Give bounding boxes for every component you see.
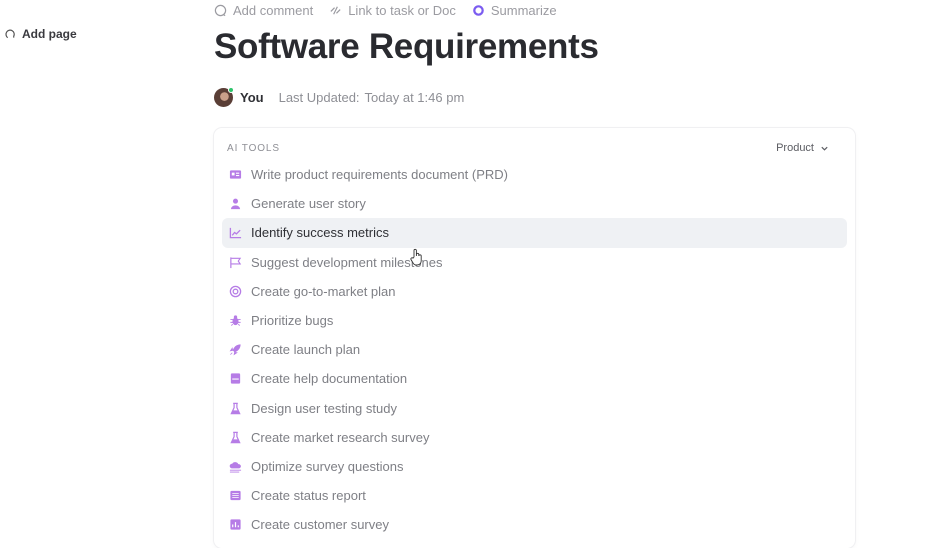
rocket-icon xyxy=(228,343,242,357)
ai-tool-item[interactable]: Create launch plan xyxy=(222,335,847,364)
ai-tools-panel: AI TOOLS Product Write product requireme… xyxy=(214,128,855,548)
link-task-button[interactable]: Link to task or Doc xyxy=(329,3,456,18)
page-meta: You Last Updated: Today at 1:46 pm xyxy=(214,87,465,107)
ai-tool-label: Prioritize bugs xyxy=(251,313,334,329)
last-updated-value: Today at 1:46 pm xyxy=(364,90,465,105)
category-dropdown[interactable]: Product xyxy=(776,142,829,154)
id-card-icon xyxy=(228,168,242,182)
target-icon xyxy=(228,284,242,298)
ai-summarize-icon xyxy=(473,5,484,16)
ai-tool-item[interactable]: Optimize survey questions xyxy=(222,452,847,481)
add-page-label: Add page xyxy=(22,27,77,41)
flag-icon xyxy=(228,255,242,269)
ai-tool-item[interactable]: Create go-to-market plan xyxy=(222,277,847,306)
ai-tool-label: Identify success metrics xyxy=(251,225,389,241)
comment-icon xyxy=(214,4,227,17)
hand-cursor-icon xyxy=(410,248,422,266)
ai-tools-heading: AI TOOLS xyxy=(227,142,280,154)
ai-tool-item[interactable]: Identify success metrics xyxy=(222,218,847,248)
chart-line-icon xyxy=(228,226,242,240)
flask-icon xyxy=(228,401,242,415)
summarize-button[interactable]: Summarize xyxy=(472,3,557,18)
list-icon xyxy=(228,489,242,503)
ai-tool-item[interactable]: Create market research survey xyxy=(222,423,847,452)
user-icon xyxy=(228,197,242,211)
link-task-label: Link to task or Doc xyxy=(348,3,456,18)
page-title[interactable]: Software Requirements xyxy=(214,27,599,67)
ai-tool-item[interactable]: Prioritize bugs xyxy=(222,306,847,335)
ai-tool-item[interactable]: Create customer survey xyxy=(222,510,847,539)
add-comment-label: Add comment xyxy=(233,3,314,18)
ai-tool-item[interactable]: Design user testing study xyxy=(222,394,847,423)
bug-icon xyxy=(228,314,242,328)
category-selected: Product xyxy=(776,142,814,154)
ai-tool-label: Generate user story xyxy=(251,196,366,212)
ai-tool-item[interactable]: Create status report xyxy=(222,481,847,510)
ai-tool-label: Create launch plan xyxy=(251,342,361,358)
doc-toolbar: Add comment Link to task or Doc Summariz… xyxy=(214,3,557,18)
ai-tool-label: Create status report xyxy=(251,488,366,504)
summarize-label: Summarize xyxy=(490,3,557,18)
ai-tool-label: Create go-to-market plan xyxy=(251,283,396,299)
ai-tool-label: Create customer survey xyxy=(251,517,389,533)
ai-tool-item[interactable]: Suggest development milestones xyxy=(222,248,847,277)
chevron-down-icon xyxy=(821,146,828,151)
book-icon xyxy=(228,372,242,386)
add-comment-button[interactable]: Add comment xyxy=(214,3,313,18)
ai-tool-label: Write product requirements document (PRD… xyxy=(251,167,508,183)
cloud-icon xyxy=(228,459,242,473)
add-page-icon xyxy=(5,29,15,39)
online-status-dot xyxy=(228,87,234,93)
ai-tool-label: Create help documentation xyxy=(251,371,408,387)
ai-tool-label: Design user testing study xyxy=(251,400,397,416)
ai-tools-list: Write product requirements document (PRD… xyxy=(222,160,847,539)
link-icon xyxy=(330,6,341,15)
ai-tool-item[interactable]: Create help documentation xyxy=(222,364,847,393)
ai-tool-item[interactable]: Generate user story xyxy=(222,189,847,218)
survey-icon xyxy=(228,518,242,532)
flask-icon xyxy=(228,430,242,444)
avatar[interactable] xyxy=(214,87,234,107)
ai-tool-item[interactable]: Write product requirements document (PRD… xyxy=(222,160,847,189)
last-updated-label: Last Updated: xyxy=(278,90,360,105)
ai-tool-label: Create market research survey xyxy=(251,429,430,445)
add-page-button[interactable]: Add page xyxy=(5,27,77,41)
author-name: You xyxy=(240,90,264,105)
ai-tool-label: Optimize survey questions xyxy=(251,458,404,474)
